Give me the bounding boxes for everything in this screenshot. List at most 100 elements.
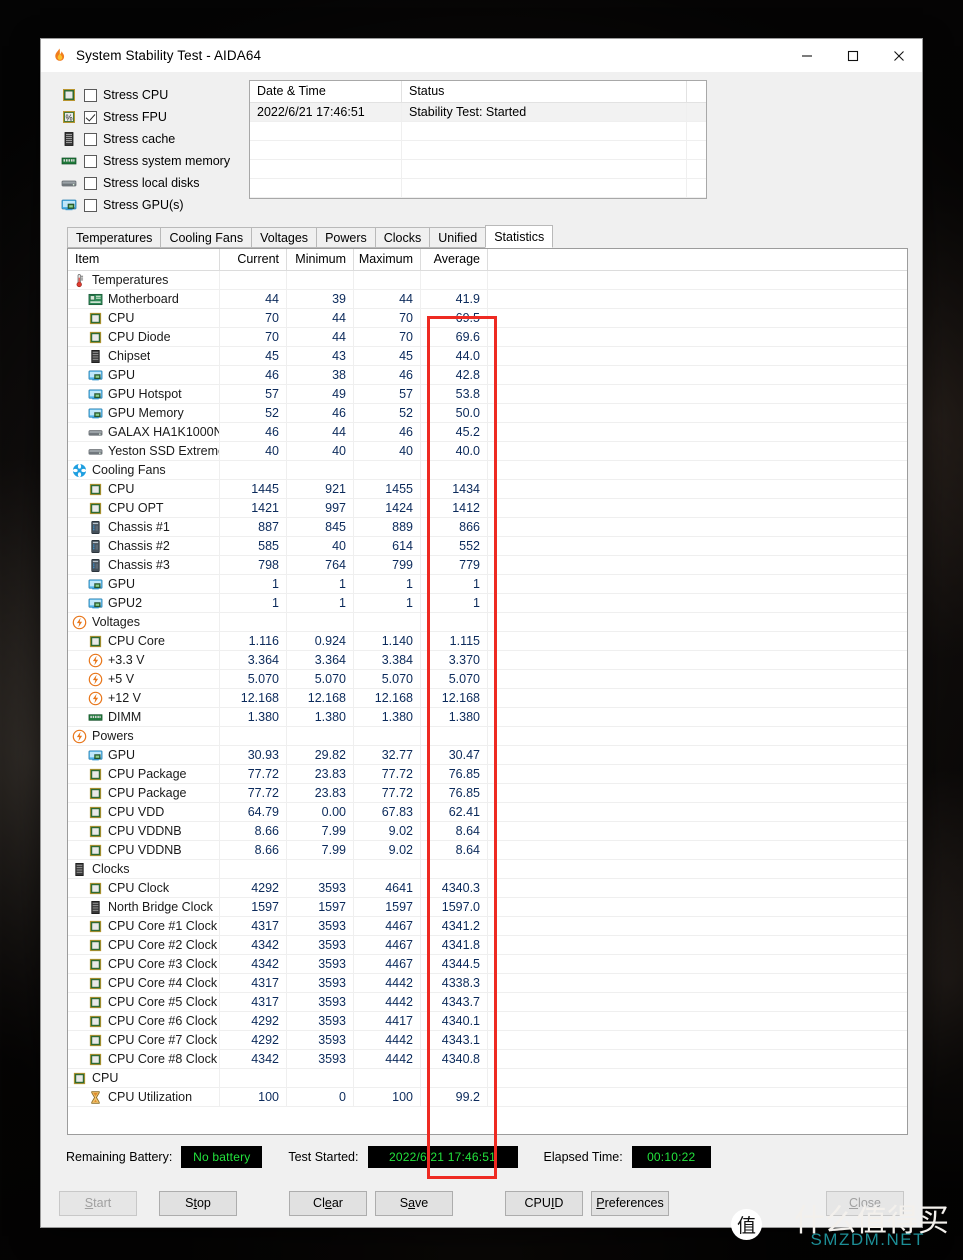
stat-cell-maximum (354, 1069, 421, 1087)
stress-option-checkbox[interactable] (84, 88, 97, 102)
stress-option-row[interactable]: Stress GPU(s) (61, 194, 246, 216)
statistics-category-row[interactable]: Clocks (68, 860, 907, 879)
col-header-item[interactable]: Item (68, 249, 220, 271)
statistics-item-row[interactable]: +3.3 V 3.364 3.364 3.384 3.370 (68, 651, 907, 670)
statistics-category-row[interactable]: Cooling Fans (68, 461, 907, 480)
minimize-button[interactable] (784, 39, 830, 72)
stress-option-checkbox[interactable] (84, 110, 97, 124)
stat-cell-filler (488, 290, 907, 308)
stat-cell-item: CPU (68, 1069, 220, 1087)
stress-option-checkbox[interactable] (84, 154, 97, 168)
statistics-item-row[interactable]: CPU Core 1.116 0.924 1.140 1.115 (68, 632, 907, 651)
col-header-current[interactable]: Current (220, 249, 287, 271)
statistics-category-row[interactable]: Voltages (68, 613, 907, 632)
statistics-item-row[interactable]: CPU VDDNB 8.66 7.99 9.02 8.64 (68, 841, 907, 860)
stress-option-label: Stress cache (103, 132, 176, 146)
tab-temperatures[interactable]: Temperatures (67, 227, 162, 248)
statistics-item-row[interactable]: CPU OPT 1421 997 1424 1412 (68, 499, 907, 518)
clear-button[interactable]: Clear (289, 1190, 367, 1216)
statistics-item-row[interactable]: CPU Utilization 100 0 100 99.2 (68, 1088, 907, 1107)
statistics-item-row[interactable]: +5 V 5.070 5.070 5.070 5.070 (68, 670, 907, 689)
stat-cell-filler (488, 917, 907, 935)
cpu-chip-icon (88, 767, 103, 782)
tab-statistics[interactable]: Statistics (485, 225, 554, 248)
statistics-item-row[interactable]: +12 V 12.168 12.168 12.168 12.168 (68, 689, 907, 708)
stress-option-row[interactable]: % Stress FPU (61, 106, 246, 128)
stress-option-row[interactable]: Stress local disks (61, 172, 246, 194)
tab-cooling-fans[interactable]: Cooling Fans (160, 227, 253, 248)
stress-option-row[interactable]: Stress cache (61, 128, 246, 150)
tab-powers[interactable]: Powers (316, 227, 376, 248)
log-row[interactable]: 2022/6/21 17:46:51 Stability Test: Starte… (250, 103, 706, 122)
stat-cell-current (220, 613, 287, 631)
statistics-item-row[interactable]: GPU Hotspot 57 49 57 53.8 (68, 385, 907, 404)
close-button[interactable] (876, 39, 922, 72)
statistics-category-row[interactable]: CPU (68, 1069, 907, 1088)
statistics-item-row[interactable]: CPU Package 77.72 23.83 77.72 76.85 (68, 784, 907, 803)
statistics-item-row[interactable]: CPU Diode 70 44 70 69.6 (68, 328, 907, 347)
statistics-item-row[interactable]: CPU Core #1 Clock 4317 3593 4467 4341.2 (68, 917, 907, 936)
stress-option-row[interactable]: Stress CPU (61, 84, 246, 106)
statistics-item-row[interactable]: CPU Clock 4292 3593 4641 4340.3 (68, 879, 907, 898)
stat-cell-filler (488, 461, 907, 479)
stress-option-checkbox[interactable] (84, 132, 97, 146)
stat-item-label: CPU (108, 482, 135, 496)
statistics-item-row[interactable]: GALAX HA1K1000N 46 44 46 45.2 (68, 423, 907, 442)
tab-unified[interactable]: Unified (429, 227, 487, 248)
statistics-item-row[interactable]: CPU VDD 64.79 0.00 67.83 62.41 (68, 803, 907, 822)
statistics-item-row[interactable]: Yeston SSD Extreme ...40404040.0 (68, 442, 907, 461)
event-log-table[interactable]: Date & Time Status 2022/6/21 17:46:51 Sta… (249, 80, 707, 199)
statistics-item-row[interactable]: CPU Core #7 Clock 4292 3593 4442 4343.1 (68, 1031, 907, 1050)
stress-option-row[interactable]: Stress system memory (61, 150, 246, 172)
col-header-minimum[interactable]: Minimum (287, 249, 354, 271)
statistics-item-row[interactable]: Motherboard 44 39 44 41.9 (68, 290, 907, 309)
stress-option-checkbox[interactable] (84, 198, 97, 212)
cpuid-button[interactable]: CPUID (505, 1190, 583, 1216)
col-header-average[interactable]: Average (421, 249, 488, 271)
statistics-item-row[interactable]: DIMM 1.380 1.380 1.380 1.380 (68, 708, 907, 727)
stress-option-checkbox[interactable] (84, 176, 97, 190)
stat-cell-filler (488, 271, 907, 289)
statistics-grid[interactable]: Item Current Minimum Maximum Average Tem… (67, 248, 908, 1135)
statistics-item-row[interactable]: GPU Memory 52 46 52 50.0 (68, 404, 907, 423)
statistics-item-row[interactable]: Chassis #2 585 40 614 552 (68, 537, 907, 556)
log-row[interactable] (250, 160, 706, 179)
statistics-category-row[interactable]: Powers (68, 727, 907, 746)
save-button[interactable]: Save (375, 1190, 453, 1216)
statistics-item-row[interactable]: CPU VDDNB 8.66 7.99 9.02 8.64 (68, 822, 907, 841)
statistics-item-row[interactable]: GPU 1 1 1 1 (68, 575, 907, 594)
window-titlebar[interactable]: System Stability Test - AIDA64 (41, 39, 922, 72)
stat-cell-minimum (287, 1069, 354, 1087)
log-row[interactable] (250, 179, 706, 198)
statistics-item-row[interactable]: CPU Core #5 Clock 4317 3593 4442 4343.7 (68, 993, 907, 1012)
statistics-item-row[interactable]: CPU Core #6 Clock 4292 3593 4417 4340.1 (68, 1012, 907, 1031)
log-row[interactable] (250, 141, 706, 160)
statistics-item-row[interactable]: GPU 30.93 29.82 32.77 30.47 (68, 746, 907, 765)
statistics-item-row[interactable]: CPU Package 77.72 23.83 77.72 76.85 (68, 765, 907, 784)
preferences-button[interactable]: Preferences (591, 1190, 669, 1216)
statistics-item-row[interactable]: Chipset 45 43 45 44.0 (68, 347, 907, 366)
statistics-item-row[interactable]: GPU 46 38 46 42.8 (68, 366, 907, 385)
stat-cell-maximum (354, 860, 421, 878)
statistics-category-row[interactable]: Temperatures (68, 271, 907, 290)
tab-voltages[interactable]: Voltages (251, 227, 318, 248)
maximize-button[interactable] (830, 39, 876, 72)
stat-cell-item: CPU Core #8 Clock (68, 1050, 220, 1068)
stop-button[interactable]: Stop (159, 1190, 237, 1216)
statistics-item-row[interactable]: GPU2 1 1 1 1 (68, 594, 907, 613)
statistics-item-row[interactable]: CPU Core #3 Clock 4342 3593 4467 4344.5 (68, 955, 907, 974)
col-header-maximum[interactable]: Maximum (354, 249, 421, 271)
statistics-item-row[interactable]: Chassis #1 887 845 889 866 (68, 518, 907, 537)
statistics-item-row[interactable]: North Bridge Clock 1597 1597 1597 1597.0 (68, 898, 907, 917)
fpu-percent-icon: % (61, 109, 77, 125)
log-row[interactable] (250, 122, 706, 141)
statistics-item-row[interactable]: CPU Core #8 Clock 4342 3593 4442 4340.8 (68, 1050, 907, 1069)
statistics-item-row[interactable]: CPU Core #4 Clock 4317 3593 4442 4338.3 (68, 974, 907, 993)
statistics-item-row[interactable]: CPU Core #2 Clock 4342 3593 4467 4341.8 (68, 936, 907, 955)
statistics-item-row[interactable]: CPU 70 44 70 69.5 (68, 309, 907, 328)
stat-cell-current: 1445 (220, 480, 287, 498)
tab-clocks[interactable]: Clocks (374, 227, 431, 248)
statistics-item-row[interactable]: CPU 1445 921 1455 1434 (68, 480, 907, 499)
statistics-item-row[interactable]: Chassis #3 798 764 799 779 (68, 556, 907, 575)
stat-cell-average: 99.2 (421, 1088, 488, 1106)
